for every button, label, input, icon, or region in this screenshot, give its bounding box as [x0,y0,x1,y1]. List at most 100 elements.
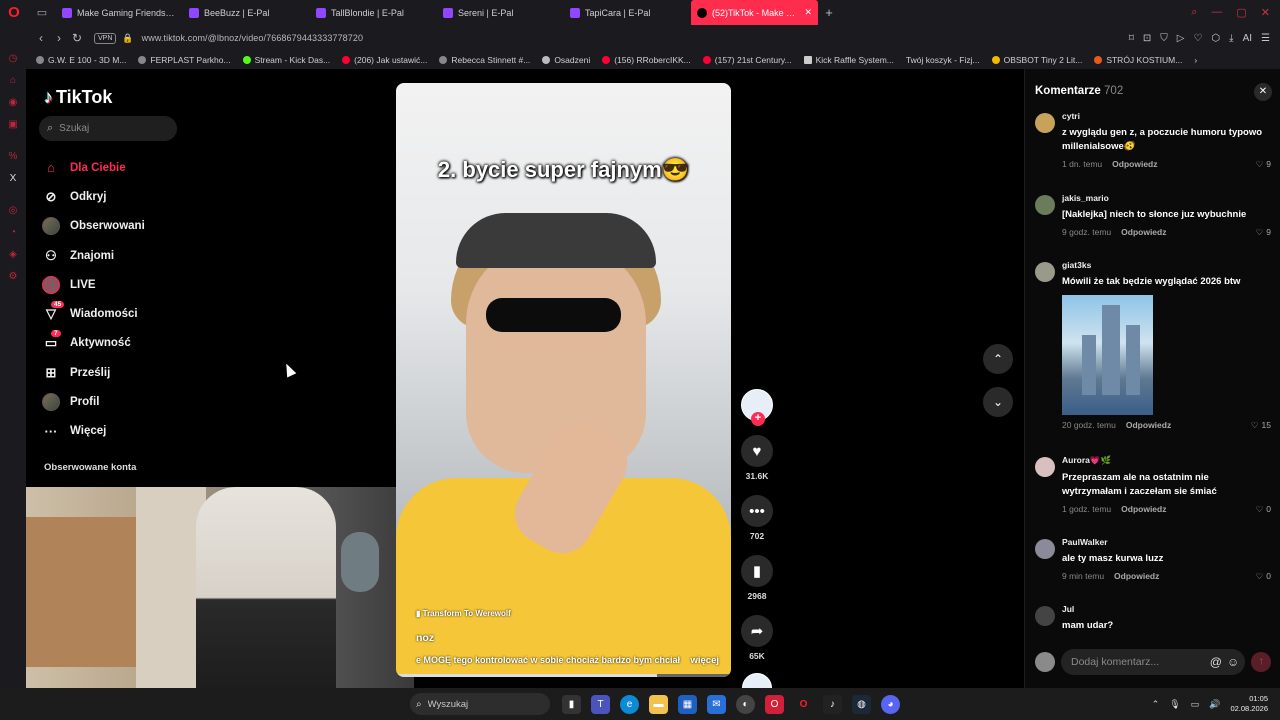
speed-dial-icon[interactable]: ◷ [7,53,19,65]
avatar[interactable] [1035,457,1055,477]
forward-icon[interactable]: › [50,31,68,45]
comment-like[interactable]: ♡ 9 [1256,159,1271,170]
nav-messages[interactable]: ▽ 45 Wiadomości [42,299,212,328]
share-icon[interactable]: ➦ [741,615,773,647]
avatar[interactable] [1035,113,1055,133]
taskbar-search[interactable]: ⌕ [410,693,550,715]
mention-icon[interactable]: @ [1210,655,1222,669]
display-icon[interactable]: ▭ [1191,699,1200,710]
comment-image[interactable] [1062,295,1153,415]
instagram-icon[interactable]: ▣ [7,119,19,131]
nav-activity[interactable]: ▭ 7 Aktywność [42,329,212,358]
comment-like[interactable]: ♡ 0 [1256,504,1271,515]
search-tabs-icon[interactable]: ⌕ [1191,6,1197,19]
follow-plus-icon[interactable]: + [751,412,765,426]
bookmark-item[interactable]: FERPLAST Parkho... [138,55,231,65]
comment-input-box[interactable]: @ ☺ [1061,649,1246,675]
bookmark-item[interactable]: Twój koszyk - Fizj... [906,55,980,65]
nav-explore[interactable]: ⊘ Odkryj [42,182,212,211]
whatsapp-icon[interactable]: ◉ [7,97,19,109]
avatar[interactable] [1035,606,1055,626]
bookmark-item[interactable]: OBSBOT Tiny 2 Lit... [991,55,1082,65]
bookmark-item[interactable]: Rebecca Stinnett #... [439,55,530,65]
extensions-icon[interactable]: ⬡ [1211,33,1220,44]
tiktok-live-studio-icon[interactable]: ♪ [823,694,842,714]
comment-user[interactable]: jakis_mario [1062,193,1271,203]
file-explorer-icon[interactable]: ▬ [649,694,668,714]
nav-upload[interactable]: ⊞ Prześlij [42,358,212,387]
video-music[interactable]: ▮ Transform To Werewolf [416,609,511,618]
video-progress-bar[interactable] [396,674,731,677]
opera-gx-icon[interactable]: O [765,694,784,714]
reply-button[interactable]: Odpowiedz [1112,159,1157,169]
browser-tab[interactable]: Make Gaming Friends throu [56,0,183,25]
send-arrow-icon[interactable]: ↑ [1251,652,1271,672]
heart-icon[interactable]: ♡ [1193,33,1202,44]
browser-tab[interactable]: TapiCara | E-Pal [564,0,691,25]
reply-button[interactable]: Odpowiedz [1121,504,1166,514]
bookmark-item[interactable]: G.W. E 100 - 3D M... [36,55,126,65]
lock-icon[interactable]: 🔒 [122,33,133,44]
reload-icon[interactable]: ↻ [68,31,86,45]
close-window-icon[interactable]: ✕ [1261,6,1270,19]
save-action[interactable]: ▮ 2968 [739,555,775,601]
reply-button[interactable]: Odpowiedz [1114,571,1159,581]
avatar[interactable] [1035,539,1055,559]
menu-icon[interactable]: ☰ [1261,33,1270,44]
nav-more[interactable]: ··· Więcej [42,417,212,446]
taskbar-clock[interactable]: 01:05 02.08.2026 [1230,694,1268,714]
reply-button[interactable]: Odpowiedz [1126,420,1171,430]
play-icon[interactable]: ▷ [1177,33,1185,44]
store-icon[interactable]: ▦ [678,694,697,714]
history-icon[interactable]: ◔ [7,227,19,239]
comment-user[interactable]: PaulWalker [1062,537,1271,547]
back-icon[interactable]: ‹ [32,31,50,45]
microphone-icon[interactable]: 🎙 [1169,699,1180,710]
task-view-icon[interactable]: ▮ [562,694,581,714]
obs-icon[interactable]: ◐ [736,694,755,714]
percent-icon[interactable]: % [7,151,19,163]
browser-tab[interactable]: TallBlondie | E-Pal [310,0,437,25]
browser-tab[interactable]: Sereni | E-Pal [437,0,564,25]
teams-icon[interactable]: T [591,694,610,714]
search-input[interactable] [59,123,160,134]
comment-user[interactable]: Aurora💗🌿 [1062,455,1271,466]
avatar[interactable] [1035,262,1055,282]
bookmark-icon[interactable]: ▮ [741,555,773,587]
heart-icon[interactable]: ♥ [741,435,773,467]
comment-like[interactable]: ♡ 0 [1256,571,1271,582]
settings-gear-icon[interactable]: ⚙ [7,271,19,283]
share-action[interactable]: ➦ 65K [739,615,775,661]
close-comments-icon[interactable]: ✕ [1254,83,1272,101]
bookmark-item[interactable]: (156) RRobercIKK... [602,55,691,65]
video-player[interactable]: 2. bycie super fajnym😎 ▮ Transform To We… [396,83,731,677]
nav-friends[interactable]: ⚇ Znajomi [42,241,212,270]
minimize-icon[interactable]: — [1211,6,1222,19]
bookmark-item[interactable]: Osadzeni [542,55,590,65]
tiktok-logo[interactable]: ♪ TikTok [44,87,112,108]
video-author[interactable]: noz [416,632,434,644]
edge-icon[interactable]: e [620,694,639,714]
like-action[interactable]: ♥ 31.6K [739,435,775,481]
comment-like[interactable]: ♡ 15 [1251,420,1271,431]
close-tab-icon[interactable]: ✕ [804,7,812,18]
chevron-up-icon[interactable]: ⌃ [1152,699,1160,710]
taskbar-search-input[interactable] [427,698,528,710]
bookmark-icon[interactable]: ⌑ [1129,33,1134,44]
nav-live[interactable]: LIVE [42,270,212,299]
vpn-badge[interactable]: VPN [94,32,117,44]
pinboard-icon[interactable]: ◈ [7,249,19,261]
video-more-link[interactable]: więcej [690,655,719,666]
nav-for-you[interactable]: ⌂ Dla Ciebie [42,153,212,182]
comment-action[interactable]: ••• 702 [739,495,775,541]
next-video-chevron-down-icon[interactable]: ⌄ [983,387,1013,417]
comment-icon[interactable]: ••• [741,495,773,527]
reply-button[interactable]: Odpowiedz [1121,227,1166,237]
bookmark-item[interactable]: (206) Jak ustawić... [342,55,427,65]
bookmark-item[interactable]: STRÓJ KOSTIUM... [1094,55,1182,65]
download-icon[interactable]: ⤓ [1229,33,1233,44]
aria-ai-icon[interactable]: AI [1243,33,1252,44]
new-tab-button[interactable]: + [818,5,840,20]
nav-following[interactable]: Obserwowani [42,212,212,241]
bookmark-item[interactable]: (157) 21st Century... [702,55,792,65]
